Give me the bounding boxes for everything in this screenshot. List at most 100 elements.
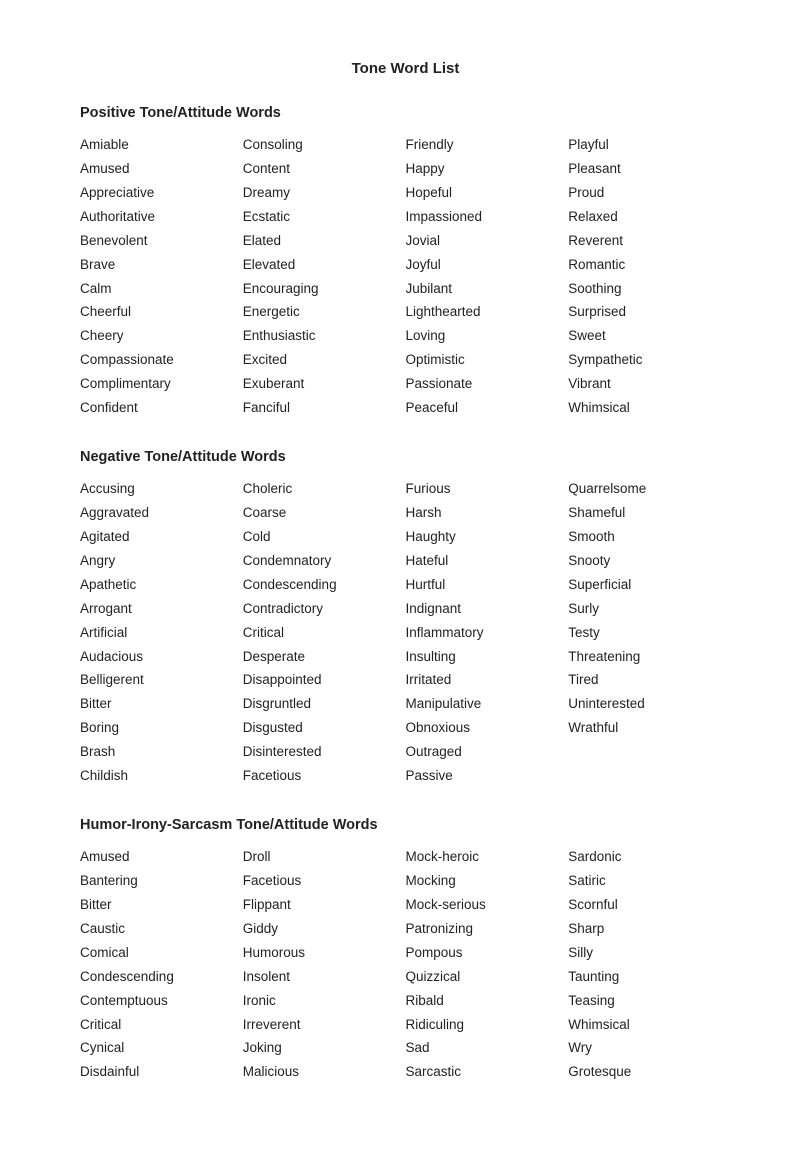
word-cell: Amused [80, 159, 243, 180]
word-grid-positive: AmiableConsolingFriendlyPlayfulAmusedCon… [80, 135, 731, 419]
word-cell: Insolent [243, 967, 406, 988]
word-cell: Testy [568, 623, 731, 644]
word-cell: Loving [406, 326, 569, 347]
word-cell: Exuberant [243, 374, 406, 395]
word-cell: Snooty [568, 551, 731, 572]
word-cell: Brash [80, 742, 243, 763]
word-cell: Condescending [243, 575, 406, 596]
word-cell: Calm [80, 279, 243, 300]
word-cell: Elated [243, 231, 406, 252]
word-cell: Encouraging [243, 279, 406, 300]
word-cell: Benevolent [80, 231, 243, 252]
word-cell: Mocking [406, 871, 569, 892]
word-cell: Ecstatic [243, 207, 406, 228]
word-cell: Contemptuous [80, 991, 243, 1012]
word-cell: Romantic [568, 255, 731, 276]
word-cell: Passive [406, 766, 569, 787]
word-cell: Condemnatory [243, 551, 406, 572]
word-cell: Facetious [243, 871, 406, 892]
word-cell: Sarcastic [406, 1062, 569, 1083]
word-cell: Obnoxious [406, 718, 569, 739]
word-cell: Patronizing [406, 919, 569, 940]
word-cell: Happy [406, 159, 569, 180]
section-heading-positive: Positive Tone/Attitude Words [80, 105, 731, 121]
word-cell: Mock-serious [406, 895, 569, 916]
section-negative: Negative Tone/Attitude WordsAccusingChol… [80, 449, 731, 787]
word-cell: Joyful [406, 255, 569, 276]
word-cell: Silly [568, 943, 731, 964]
word-cell: Belligerent [80, 670, 243, 691]
section-heading-humor: Humor-Irony-Sarcasm Tone/Attitude Words [80, 817, 731, 833]
word-cell: Disappointed [243, 670, 406, 691]
word-cell: Grotesque [568, 1062, 731, 1083]
word-cell: Facetious [243, 766, 406, 787]
word-cell: Coarse [243, 503, 406, 524]
word-cell: Ironic [243, 991, 406, 1012]
word-cell: Jovial [406, 231, 569, 252]
word-cell: Ridiculing [406, 1015, 569, 1036]
word-cell [568, 766, 731, 787]
word-cell: Aggravated [80, 503, 243, 524]
word-cell: Hopeful [406, 183, 569, 204]
word-cell: Caustic [80, 919, 243, 940]
word-cell: Manipulative [406, 694, 569, 715]
word-cell: Quizzical [406, 967, 569, 988]
word-cell: Superficial [568, 575, 731, 596]
word-cell: Satiric [568, 871, 731, 892]
word-cell: Bantering [80, 871, 243, 892]
word-cell: Enthusiastic [243, 326, 406, 347]
word-cell: Contradictory [243, 599, 406, 620]
word-cell: Amiable [80, 135, 243, 156]
word-cell: Audacious [80, 647, 243, 668]
word-cell: Pompous [406, 943, 569, 964]
word-cell: Excited [243, 350, 406, 371]
word-cell: Fanciful [243, 398, 406, 419]
word-cell: Harsh [406, 503, 569, 524]
word-cell: Disgruntled [243, 694, 406, 715]
word-cell: Outraged [406, 742, 569, 763]
word-cell: Passionate [406, 374, 569, 395]
word-cell: Droll [243, 847, 406, 868]
word-cell: Vibrant [568, 374, 731, 395]
word-cell: Condescending [80, 967, 243, 988]
section-positive: Positive Tone/Attitude Words AmiableConso… [80, 105, 731, 419]
word-cell: Boring [80, 718, 243, 739]
word-cell: Hurtful [406, 575, 569, 596]
word-cell: Peaceful [406, 398, 569, 419]
word-cell: Angry [80, 551, 243, 572]
word-cell [568, 742, 731, 763]
word-cell: Optimistic [406, 350, 569, 371]
word-cell: Wrathful [568, 718, 731, 739]
word-cell: Sympathetic [568, 350, 731, 371]
word-cell: Elevated [243, 255, 406, 276]
word-cell: Cold [243, 527, 406, 548]
word-cell: Compassionate [80, 350, 243, 371]
word-cell: Insulting [406, 647, 569, 668]
word-cell: Soothing [568, 279, 731, 300]
word-cell: Authoritative [80, 207, 243, 228]
word-cell: Cynical [80, 1038, 243, 1059]
page-title: Tone Word List [80, 60, 731, 77]
word-cell: Indignant [406, 599, 569, 620]
word-cell: Relaxed [568, 207, 731, 228]
word-cell: Accusing [80, 479, 243, 500]
word-cell: Content [243, 159, 406, 180]
word-cell: Disinterested [243, 742, 406, 763]
section-humor: Humor-Irony-Sarcasm Tone/Attitude WordsA… [80, 817, 731, 1083]
word-cell: Sad [406, 1038, 569, 1059]
word-cell: Confident [80, 398, 243, 419]
word-cell: Surly [568, 599, 731, 620]
word-cell: Desperate [243, 647, 406, 668]
word-cell: Jubilant [406, 279, 569, 300]
word-cell: Arrogant [80, 599, 243, 620]
word-cell: Consoling [243, 135, 406, 156]
word-grid-negative: AccusingCholericFuriousQuarrelsomeAggrav… [80, 479, 731, 787]
word-cell: Energetic [243, 302, 406, 323]
word-cell: Agitated [80, 527, 243, 548]
word-cell: Friendly [406, 135, 569, 156]
word-cell: Surprised [568, 302, 731, 323]
word-cell: Childish [80, 766, 243, 787]
word-cell: Reverent [568, 231, 731, 252]
word-cell: Flippant [243, 895, 406, 916]
word-cell: Apathetic [80, 575, 243, 596]
